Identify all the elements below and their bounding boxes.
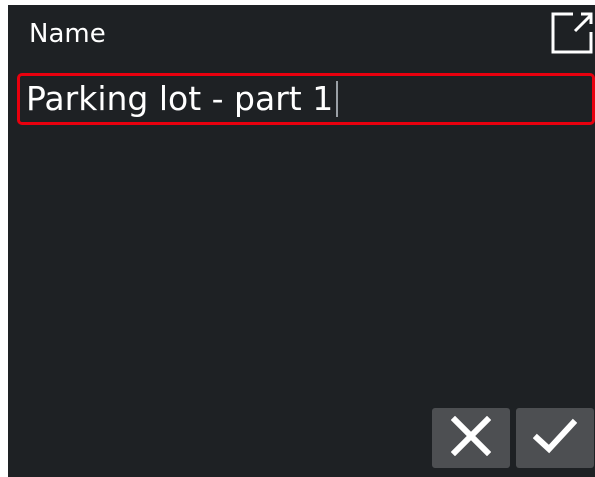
text-caret bbox=[336, 81, 339, 117]
name-editor-panel: Name Parking lot - part 1 bbox=[8, 5, 595, 477]
name-input[interactable]: Parking lot - part 1 bbox=[17, 73, 595, 125]
expand-button[interactable] bbox=[551, 12, 593, 54]
checkmark-icon bbox=[532, 416, 578, 460]
expand-icon bbox=[551, 12, 593, 54]
name-input-value: Parking lot - part 1 bbox=[26, 79, 334, 118]
cancel-button[interactable] bbox=[432, 408, 510, 468]
field-label: Name bbox=[29, 19, 106, 49]
close-icon bbox=[450, 415, 492, 460]
confirm-button[interactable] bbox=[516, 408, 594, 468]
